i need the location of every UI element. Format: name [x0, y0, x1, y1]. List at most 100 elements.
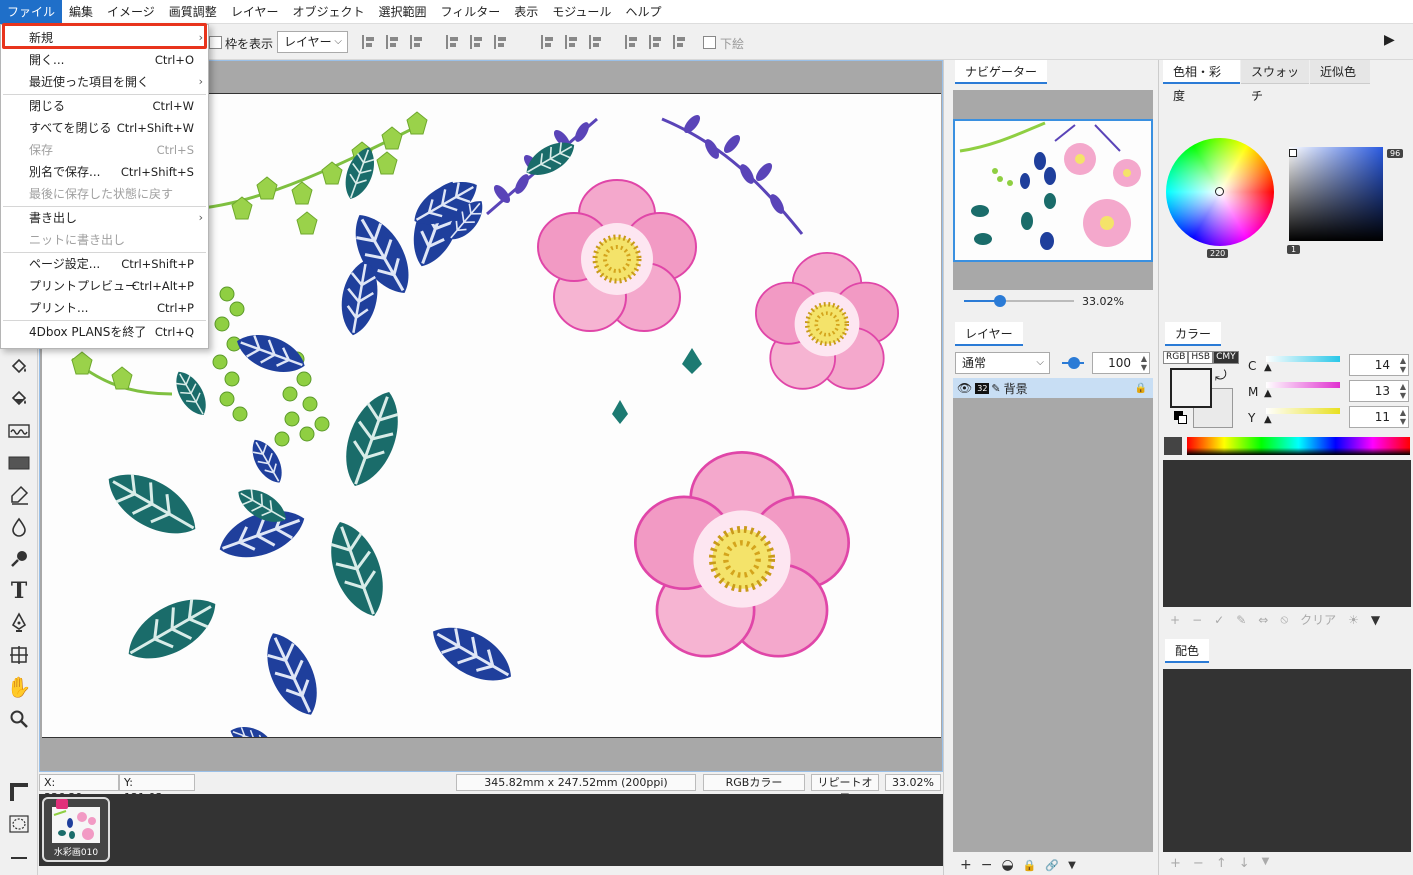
- navigator-zoom-slider[interactable]: [964, 295, 1074, 307]
- remove-swatch-icon[interactable]: −: [1192, 613, 1202, 627]
- move-down-icon[interactable]: ↓: [1239, 856, 1250, 871]
- opacity-input[interactable]: 100 ▲ ▼: [1092, 352, 1150, 374]
- document-thumbnail[interactable]: 水彩画010: [42, 797, 110, 862]
- color-menu-arrow-icon[interactable]: ▼: [1371, 613, 1380, 627]
- current-color-chip[interactable]: [1164, 437, 1182, 455]
- opacity-slider[interactable]: [1062, 357, 1084, 369]
- channel-value-input[interactable]: 13 ▲ ▼: [1349, 380, 1409, 402]
- menu-1[interactable]: 編集: [62, 0, 100, 24]
- crop-grid-icon[interactable]: [5, 641, 33, 669]
- tab-layers[interactable]: レイヤー: [955, 322, 1023, 346]
- channel-slider-track[interactable]: [1266, 408, 1340, 414]
- spectrum-bar[interactable]: [1187, 437, 1410, 455]
- menu-0[interactable]: ファイル: [0, 0, 63, 24]
- check-icon[interactable]: ✓: [1214, 613, 1224, 627]
- link-icon[interactable]: 🔗: [1045, 859, 1059, 872]
- tab-color-panel-0[interactable]: 色相・彩度: [1163, 60, 1240, 103]
- align-icon-4[interactable]: [470, 35, 484, 49]
- align-icon-8[interactable]: [589, 35, 603, 49]
- text-tool-icon[interactable]: T: [5, 577, 33, 605]
- file-menu-item-11[interactable]: プリントプレビュー Ctrl+Alt+P: [1, 275, 208, 297]
- mask-icon[interactable]: ◒: [1001, 857, 1013, 873]
- zoom-magnifier-icon[interactable]: [5, 705, 33, 733]
- remove-scheme-icon[interactable]: −: [1193, 856, 1204, 871]
- add-swatch-icon[interactable]: +: [1170, 613, 1180, 627]
- color-swatch-area[interactable]: [1163, 460, 1411, 607]
- swap-colors-icon[interactable]: ⤾: [1215, 368, 1227, 384]
- add-layer-icon[interactable]: +: [960, 857, 972, 873]
- opacity-slider-thumb[interactable]: [1068, 357, 1080, 369]
- align-icon-11[interactable]: [673, 35, 687, 49]
- align-icon-1[interactable]: [386, 35, 400, 49]
- file-menu-item-1[interactable]: 開く... Ctrl+O: [1, 49, 208, 71]
- eyedrop-small-icon[interactable]: ✎: [1236, 613, 1246, 627]
- zoom-readout[interactable]: 33.02%: [885, 774, 941, 791]
- channel-value-input[interactable]: 11 ▲ ▼: [1349, 406, 1409, 428]
- swap-small-icon[interactable]: ⇔: [1258, 613, 1268, 627]
- file-menu-item-4[interactable]: すべてを閉じる Ctrl+Shift+W: [1, 117, 208, 139]
- gradient-bucket-icon[interactable]: [5, 385, 33, 413]
- align-icon-3[interactable]: [446, 35, 460, 49]
- menu-5[interactable]: オブジェクト: [285, 0, 371, 24]
- ruler-icon[interactable]: [5, 778, 33, 806]
- layer-select[interactable]: レイヤー ⌵: [277, 31, 348, 53]
- clear-button[interactable]: クリア: [1300, 611, 1336, 628]
- menu-4[interactable]: レイヤー: [224, 0, 286, 24]
- underdraw-checkbox[interactable]: [703, 36, 716, 49]
- file-menu-item-2[interactable]: 最近使った項目を開く ›: [1, 71, 208, 93]
- no-entry-icon[interactable]: ⦸: [1280, 612, 1288, 627]
- spinner-arrows-icon[interactable]: ▲ ▼: [1400, 382, 1406, 400]
- blend-mode-select[interactable]: 通常 ⌵: [955, 352, 1050, 374]
- menu-9[interactable]: モジュール: [545, 0, 618, 24]
- repeat-toggle-button[interactable]: リピートオフ: [811, 774, 879, 804]
- file-menu-item-10[interactable]: ページ設定... Ctrl+Shift+P: [1, 253, 208, 275]
- color-mode-button[interactable]: RGBカラー: [703, 774, 805, 791]
- remove-layer-icon[interactable]: −: [981, 857, 993, 873]
- scheme-menu-arrow-icon[interactable]: ▼: [1262, 856, 1270, 871]
- tab-color-panel-2[interactable]: 近似色: [1310, 60, 1370, 84]
- sb-picker-marker[interactable]: [1289, 149, 1297, 157]
- eye-visibility-icon[interactable]: 👁: [957, 381, 972, 395]
- align-icon-7[interactable]: [565, 35, 579, 49]
- align-icon-5[interactable]: [494, 35, 508, 49]
- menu-7[interactable]: フィルター: [433, 0, 507, 24]
- blur-drop-icon[interactable]: [5, 513, 33, 541]
- lock-layer-icon[interactable]: 🔒: [1023, 859, 1037, 872]
- file-menu-item-8[interactable]: 書き出し ›: [1, 207, 208, 229]
- menu-3[interactable]: 画質調整: [162, 0, 224, 24]
- align-icon-10[interactable]: [649, 35, 663, 49]
- layer-menu-arrow-icon[interactable]: ▼: [1068, 860, 1076, 871]
- stamp-pen-icon[interactable]: [5, 481, 33, 509]
- channel-slider-thumb-icon[interactable]: ▲: [1264, 388, 1272, 399]
- tab-color[interactable]: カラー: [1165, 322, 1222, 346]
- add-scheme-icon[interactable]: +: [1170, 856, 1181, 871]
- align-icon-2[interactable]: [410, 35, 424, 49]
- color-mode-tab-rgb[interactable]: RGB: [1163, 351, 1189, 364]
- saturation-brightness-square[interactable]: [1289, 147, 1383, 241]
- align-icon-9[interactable]: [625, 35, 639, 49]
- rectangle-tool-icon[interactable]: [5, 449, 33, 477]
- pen-tool-icon[interactable]: [5, 609, 33, 637]
- tab-color-scheme[interactable]: 配色: [1165, 639, 1210, 663]
- hue-wheel[interactable]: [1166, 138, 1274, 246]
- minus-icon[interactable]: [5, 844, 33, 872]
- file-menu-item-13[interactable]: 4Dbox PLANSを終了 Ctrl+Q: [1, 321, 208, 343]
- align-icon-6[interactable]: [541, 35, 555, 49]
- color-scheme-area[interactable]: [1163, 669, 1411, 852]
- spinner-arrows-icon[interactable]: ▲ ▼: [1141, 354, 1147, 372]
- spinner-arrows-icon[interactable]: ▲ ▼: [1400, 408, 1406, 426]
- panel-toggle-arrow-icon[interactable]: ▶: [1384, 32, 1395, 48]
- channel-slider-track[interactable]: [1266, 382, 1340, 388]
- lock-icon[interactable]: 🔒: [1135, 383, 1147, 394]
- hand-tool-icon[interactable]: ✋: [5, 673, 33, 701]
- paint-bucket-icon[interactable]: [5, 353, 33, 381]
- channel-value-input[interactable]: 14 ▲ ▼: [1349, 354, 1409, 376]
- wave-filter-icon[interactable]: [5, 417, 33, 445]
- spinner-arrows-icon[interactable]: ▲ ▼: [1400, 356, 1406, 374]
- sun-icon[interactable]: ☀: [1348, 613, 1359, 627]
- file-menu-item-6[interactable]: 別名で保存... Ctrl+Shift+S: [1, 161, 208, 183]
- channel-slider-track[interactable]: [1266, 356, 1340, 362]
- hue-picker-dot[interactable]: [1215, 187, 1224, 196]
- foreground-color-swatch[interactable]: [1170, 368, 1212, 408]
- color-mode-tab-hsb[interactable]: HSB: [1188, 351, 1214, 364]
